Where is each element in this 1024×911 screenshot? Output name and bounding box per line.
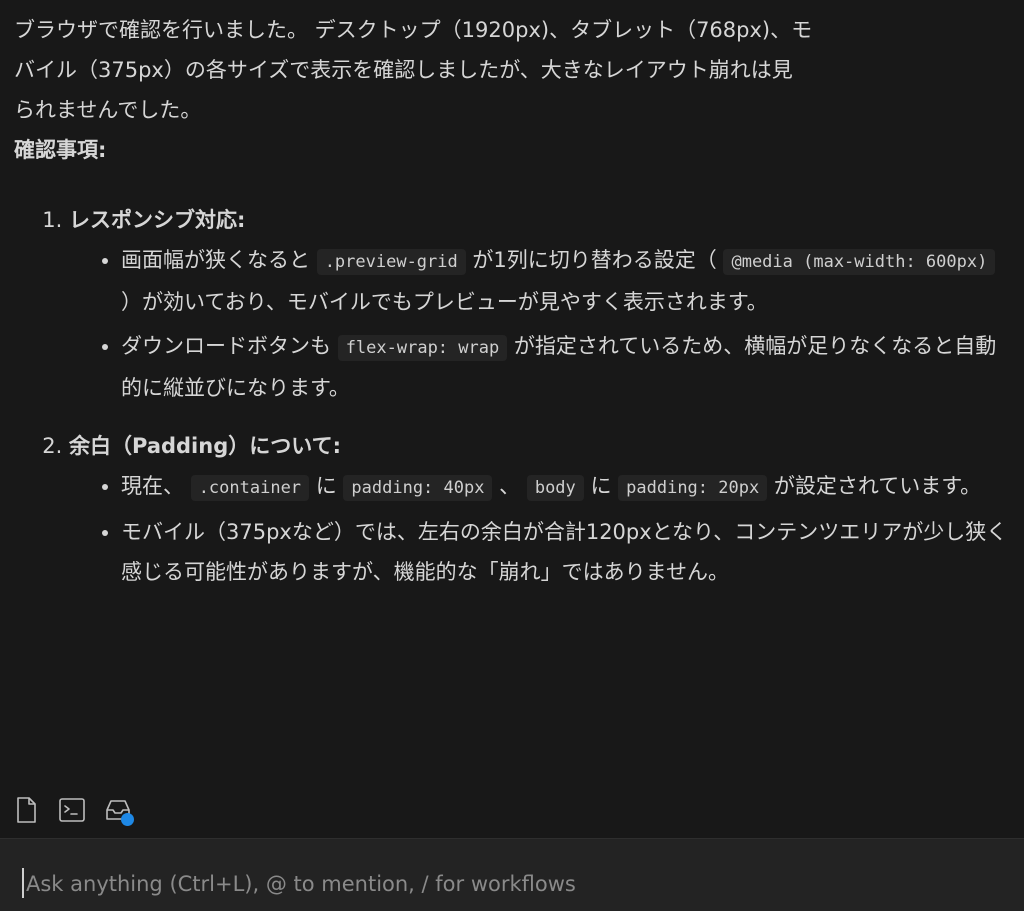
bullet-text: が設定されています。 [767, 474, 982, 498]
terminal-icon [59, 798, 85, 822]
add-file-button[interactable] [12, 795, 40, 825]
intro-paragraph: ブラウザで確認を行いました。 デスクトップ（1920px)、タブレット（768p… [14, 10, 1010, 130]
chat-message-area: ブラウザで確認を行いました。 デスクトップ（1920px)、タブレット（768p… [0, 0, 1024, 780]
chat-input-bar [0, 838, 1024, 911]
scroll-fade [0, 740, 1024, 790]
inline-code: padding: 40px [343, 475, 493, 501]
checklist-item-padding: 余白（Padding）について: 現在、 .container に paddin… [69, 426, 1010, 592]
bullet-item: 画面幅が狭くなると .preview-grid が1列に切り替わる設定（ @me… [121, 240, 1010, 322]
item-title: 余白（Padding）について: [69, 434, 342, 458]
intro-line-2: バイル（375px）の各サイズで表示を確認しましたが、大きなレイアウト崩れは見 [14, 58, 793, 82]
inline-code: flex-wrap: wrap [337, 335, 508, 361]
bullet-text: 画面幅が狭くなると [121, 248, 317, 272]
bullet-text: モバイル（375pxなど）では、左右の余白が合計120pxとなり、コンテンツエリ… [121, 520, 1008, 584]
terminal-button[interactable] [58, 795, 86, 825]
checklist-item-responsive: レスポンシブ対応: 画面幅が狭くなると .preview-grid が1列に切り… [69, 200, 1010, 408]
bullet-item: モバイル（375pxなど）では、左右の余白が合計120pxとなり、コンテンツエリ… [121, 512, 1010, 592]
bullet-text: 、 [492, 474, 527, 498]
bullet-text: が1列に切り替わる設定（ [465, 248, 724, 272]
intro-line-1: ブラウザで確認を行いました。 デスクトップ（1920px)、タブレット（768p… [14, 18, 813, 42]
inline-code: body [526, 475, 584, 501]
intro-line-3: られませんでした。 [14, 98, 202, 122]
bullet-text: ）が効いており、モバイルでもプレビューが見やすく表示されます。 [121, 290, 768, 314]
bullet-text: に [583, 474, 619, 498]
item-title: レスポンシブ対応: [69, 208, 246, 232]
bullet-text: ダウンロードボタンも [121, 334, 338, 358]
bullet-text: 現在、 [121, 474, 191, 498]
inline-code: @media (max-width: 600px) [723, 249, 996, 275]
bullet-list: 画面幅が狭くなると .preview-grid が1列に切り替わる設定（ @me… [69, 240, 1010, 408]
checklist: レスポンシブ対応: 画面幅が狭くなると .preview-grid が1列に切り… [14, 200, 1010, 592]
bullet-item: 現在、 .container に padding: 40px 、 body に … [121, 466, 1010, 508]
inline-code: .container [190, 475, 310, 501]
file-icon [17, 797, 36, 823]
bullet-item: ダウンロードボタンも flex-wrap: wrap が指定されているため、横幅… [121, 326, 1010, 408]
bullet-list: 現在、 .container に padding: 40px 、 body に … [69, 466, 1010, 592]
chat-input[interactable] [22, 867, 986, 901]
context-toolbar [0, 788, 1024, 832]
inbox-button[interactable] [104, 795, 134, 826]
inline-code: padding: 20px [618, 475, 768, 501]
inline-code: .preview-grid [316, 249, 466, 275]
status-dot-icon [121, 813, 134, 826]
section-heading: 確認事項: [14, 138, 107, 162]
bullet-text: に [309, 474, 344, 498]
